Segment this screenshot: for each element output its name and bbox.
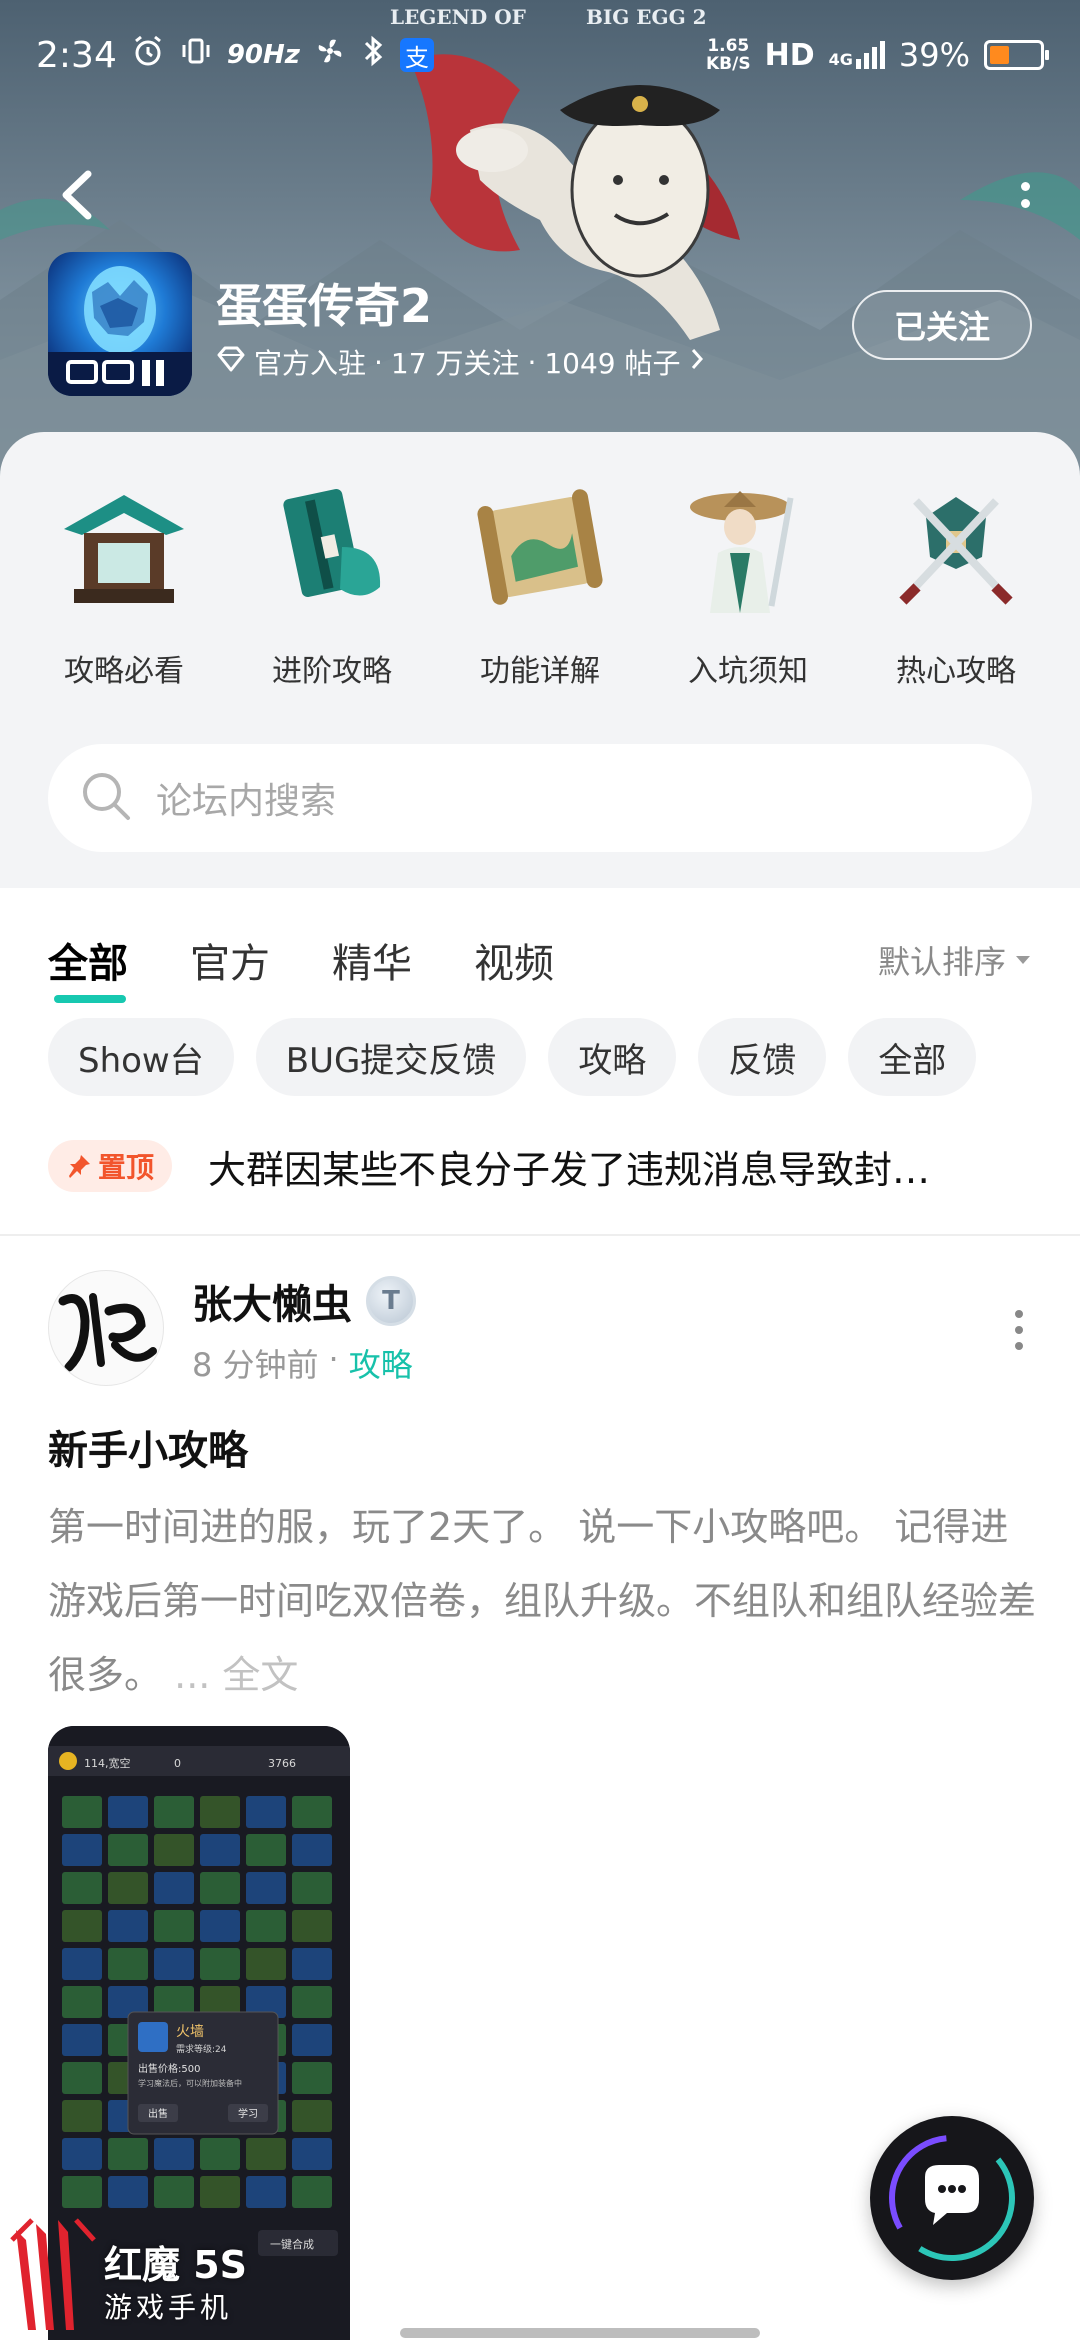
chevron-left-icon — [62, 170, 92, 220]
signal-icon: 4G — [829, 41, 885, 69]
alarm-icon — [131, 34, 165, 77]
svg-text:火墙: 火墙 — [176, 2024, 204, 2040]
category-item[interactable]: 进阶攻略 — [232, 472, 432, 690]
official-label: 官方入驻 — [254, 347, 367, 380]
category-panel: 攻略必看 进阶攻略 功能详解 入坑须知 热心攻略 论坛内搜索 — [0, 432, 1080, 888]
chip-show[interactable]: Show台 — [48, 1018, 234, 1096]
svg-text:学习魔法后，可以附加装备中: 学习魔法后，可以附加装备中 — [138, 2078, 242, 2088]
refresh-rate: 90Hz — [226, 40, 300, 70]
svg-text:出售: 出售 — [148, 2107, 168, 2120]
red-magic-logo-icon — [10, 2218, 96, 2330]
post-title[interactable]: 新手小攻略 — [48, 1418, 248, 1476]
diamond-icon — [216, 346, 246, 379]
brand-subtitle: 游戏手机 — [104, 2291, 233, 2324]
tab-official[interactable]: 官方 — [190, 931, 270, 989]
avatar[interactable] — [48, 1270, 164, 1386]
back-button[interactable] — [48, 160, 108, 230]
level-badge: T — [366, 1276, 416, 1326]
svg-text:出售价格:500: 出售价格:500 — [138, 2062, 200, 2075]
crossed-swords-icon — [881, 472, 1031, 622]
post-tag[interactable]: 攻略 — [349, 1340, 413, 1386]
more-options-button[interactable] — [1010, 170, 1040, 220]
follow-button[interactable]: 已关注 — [852, 290, 1032, 360]
chip-guide[interactable]: 攻略 — [548, 1018, 677, 1096]
category-item[interactable]: 功能详解 — [440, 472, 640, 690]
chat-bubble-icon — [889, 2135, 1015, 2262]
post-meta: 8 分钟前 · 攻略 — [192, 1340, 413, 1386]
post-body[interactable]: 第一时间进的服，玩了2天了。 说一下小攻略吧。 记得进游戏后第一时间吃双倍卷，组… — [48, 1490, 1038, 1712]
tab-featured[interactable]: 精华 — [332, 931, 412, 989]
search-placeholder: 论坛内搜索 — [156, 781, 337, 822]
battery-percent: 39% — [898, 36, 970, 74]
pinned-post[interactable]: 置顶 大群因某些不良分子发了违规消息导致封… — [48, 1128, 1032, 1204]
search-input[interactable]: 论坛内搜索 — [48, 744, 1032, 852]
post-time: 8 分钟前 — [192, 1346, 319, 1384]
svg-text:0: 0 — [174, 1757, 181, 1770]
svg-text:3766: 3766 — [268, 1757, 296, 1770]
tab-all[interactable]: 全部 — [48, 931, 128, 1003]
post-author[interactable]: 张大懒虫 T — [192, 1272, 416, 1330]
pinned-badge: 置顶 — [48, 1140, 173, 1192]
chip-all[interactable]: 全部 — [848, 1018, 977, 1096]
book-icon — [257, 472, 407, 622]
brand-watermark: 红魔 5S 游戏手机 — [0, 2210, 300, 2340]
chat-fab-button[interactable] — [870, 2116, 1034, 2280]
alipay-icon: 支 — [399, 38, 434, 72]
battery-icon — [984, 40, 1049, 70]
svg-text:学习: 学习 — [238, 2107, 258, 2120]
hd-indicator: HD — [764, 37, 815, 73]
chevron-right-icon — [689, 346, 705, 379]
game-meta[interactable]: 官方入驻 · 17 万关注 · 1049 帖子 — [216, 342, 705, 382]
category-item[interactable]: 入坑须知 — [648, 472, 848, 690]
game-app-icon[interactable] — [48, 252, 192, 396]
post-more-button[interactable] — [1004, 1310, 1034, 1350]
svg-text:需求等级:24: 需求等级:24 — [176, 2043, 227, 2055]
pavilion-icon — [49, 472, 199, 622]
feed-tabs: 全部 官方 精华 视频 默认排序 — [48, 920, 1032, 1003]
game-banner: LEGEND OF BIG EGG 2 2:34 90Hz 支 1.65 KB/… — [0, 0, 1080, 480]
swordsman-icon — [673, 472, 823, 622]
vibrate-icon — [179, 34, 213, 77]
scroll-icon — [465, 472, 615, 622]
status-time: 2:34 — [36, 34, 117, 76]
status-bar: 2:34 90Hz 支 1.65 KB/S HD 4G 39% — [0, 0, 1080, 110]
net-speed: 1.65 KB/S — [706, 36, 751, 74]
author-name: 张大懒虫 — [192, 1282, 352, 1328]
caret-down-icon — [1016, 956, 1030, 964]
pin-icon — [69, 1155, 90, 1178]
chip-bug-report[interactable]: BUG提交反馈 — [255, 1018, 527, 1096]
divider — [0, 1234, 1080, 1236]
chip-feedback[interactable]: 反馈 — [698, 1018, 827, 1096]
category-item[interactable]: 攻略必看 — [24, 472, 224, 690]
svg-text:114,宽空: 114,宽空 — [84, 1756, 131, 1770]
full-text-link[interactable]: ... 全文 — [174, 1653, 298, 1697]
pinned-text: 大群因某些不良分子发了违规消息导致封… — [208, 1147, 931, 1192]
followers-count: 17 万关注 — [390, 347, 520, 380]
tab-video[interactable]: 视频 — [474, 931, 554, 989]
game-title: 蛋蛋传奇2 — [216, 279, 433, 333]
sort-label: 默认排序 — [877, 943, 1006, 981]
search-icon — [78, 768, 134, 828]
category-item[interactable]: 热心攻略 — [856, 472, 1056, 690]
filter-chips: Show台 BUG提交反馈 攻略 反馈 全部 — [48, 1018, 977, 1096]
brand-name: 红魔 5S — [104, 2243, 248, 2287]
posts-count: 1049 帖子 — [544, 347, 681, 380]
home-indicator[interactable] — [400, 2328, 760, 2338]
bluetooth-icon — [360, 34, 386, 77]
category-list: 攻略必看 进阶攻略 功能详解 入坑须知 热心攻略 — [0, 472, 1080, 690]
sort-dropdown[interactable]: 默认排序 — [878, 937, 1032, 983]
fan-icon — [314, 35, 346, 76]
